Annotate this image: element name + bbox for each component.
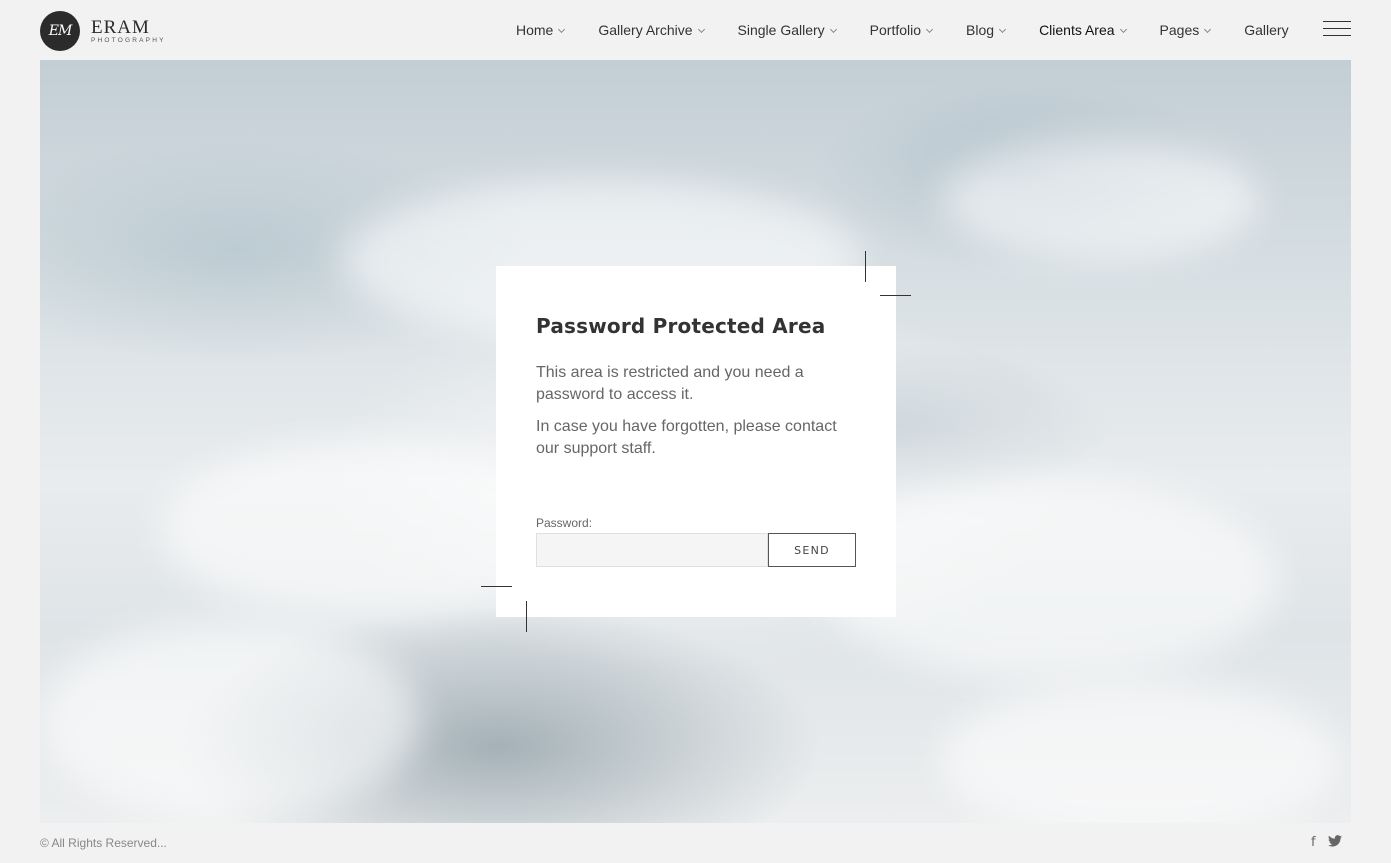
nav-label: Gallery bbox=[1244, 22, 1289, 38]
hamburger-icon[interactable] bbox=[1323, 21, 1351, 37]
logo-monogram: EM bbox=[40, 11, 80, 51]
password-form: SEND bbox=[536, 533, 856, 567]
nav-label: Portfolio bbox=[869, 22, 922, 38]
nav-item-clients-area[interactable]: Clients Area bbox=[1039, 22, 1127, 38]
chevron-down-icon bbox=[999, 25, 1007, 33]
nav-item-gallery-archive[interactable]: Gallery Archive bbox=[598, 22, 705, 38]
nav-label: Pages bbox=[1159, 22, 1200, 38]
nav-item-blog[interactable]: Blog bbox=[966, 22, 1007, 38]
logo-name: ERAM bbox=[91, 16, 150, 38]
nav-label: Home bbox=[516, 22, 554, 38]
logo-subtitle: PHOTOGRAPHY bbox=[91, 36, 166, 44]
site-logo[interactable]: EM ERAM PHOTOGRAPHY bbox=[40, 11, 166, 51]
nav-item-pages[interactable]: Pages bbox=[1159, 22, 1212, 38]
card-title: Password Protected Area bbox=[536, 314, 826, 338]
nav-label: Gallery Archive bbox=[598, 22, 693, 38]
chevron-down-icon bbox=[829, 25, 837, 33]
nav-label: Clients Area bbox=[1039, 22, 1115, 38]
chevron-down-icon bbox=[1119, 25, 1127, 33]
password-input[interactable] bbox=[536, 533, 768, 567]
password-card: Password Protected Area This area is res… bbox=[496, 266, 896, 617]
card-description: This area is restricted and you need a p… bbox=[536, 364, 804, 403]
chevron-down-icon bbox=[558, 25, 566, 33]
corner-decoration bbox=[880, 295, 911, 296]
copyright-text: © All Rights Reserved... bbox=[40, 836, 167, 850]
corner-decoration bbox=[481, 586, 512, 587]
nav-item-portfolio[interactable]: Portfolio bbox=[869, 22, 934, 38]
corner-decoration bbox=[526, 601, 527, 632]
nav-item-gallery[interactable]: Gallery bbox=[1244, 22, 1288, 38]
social-links: f bbox=[1311, 835, 1342, 852]
chevron-down-icon bbox=[1204, 25, 1212, 33]
card-help-text: In case you have forgotten, please conta… bbox=[536, 418, 837, 457]
main-nav: Home Gallery Archive Single Gallery Port… bbox=[516, 22, 1289, 38]
facebook-icon[interactable]: f bbox=[1311, 835, 1316, 852]
site-header: EM ERAM PHOTOGRAPHY Home Gallery Archive… bbox=[0, 0, 1391, 60]
nav-item-home[interactable]: Home bbox=[516, 22, 566, 38]
chevron-down-icon bbox=[697, 25, 705, 33]
password-label: Password: bbox=[536, 516, 593, 530]
nav-label: Blog bbox=[966, 22, 995, 38]
chevron-down-icon bbox=[925, 25, 934, 33]
nav-item-single-gallery[interactable]: Single Gallery bbox=[737, 22, 837, 38]
corner-decoration bbox=[865, 251, 866, 282]
twitter-icon[interactable] bbox=[1327, 835, 1342, 852]
nav-label: Single Gallery bbox=[737, 22, 825, 38]
send-button[interactable]: SEND bbox=[768, 533, 856, 567]
